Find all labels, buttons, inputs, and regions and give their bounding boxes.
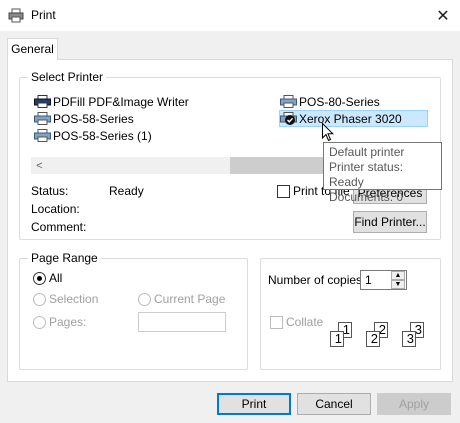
print-button[interactable]: Print bbox=[217, 393, 291, 415]
printer-item[interactable]: PDFill PDF&Image Writer bbox=[34, 93, 189, 110]
printer-item[interactable]: POS-80-Series bbox=[280, 93, 380, 110]
pages-radio[interactable] bbox=[33, 316, 46, 329]
printer-name: POS-80-Series bbox=[299, 94, 380, 109]
printer-name: Xerox Phaser 3020 bbox=[299, 111, 402, 126]
copies-up-button[interactable]: ▲ bbox=[391, 271, 405, 280]
close-icon: ✕ bbox=[436, 7, 450, 25]
collate-illustration: 1 1 2 2 3 3 bbox=[328, 318, 433, 354]
collate-page: 3 bbox=[402, 331, 416, 347]
window-title: Print bbox=[31, 8, 56, 22]
print-to-file-checkbox[interactable] bbox=[277, 185, 290, 198]
number-of-copies-label: Number of copies: bbox=[268, 273, 366, 287]
printer-item-selected[interactable]: Xerox Phaser 3020 bbox=[279, 110, 428, 127]
printer-name: POS-58-Series bbox=[53, 111, 134, 126]
tooltip-default-printer: Default printer bbox=[329, 145, 405, 159]
printer-icon bbox=[34, 129, 51, 142]
select-printer-legend: Select Printer bbox=[28, 70, 107, 84]
copies-down-button[interactable]: ▼ bbox=[391, 280, 405, 289]
comment-label: Comment: bbox=[31, 220, 87, 234]
pages-input[interactable] bbox=[138, 312, 226, 332]
printer-icon bbox=[280, 95, 297, 108]
printer-icon bbox=[8, 8, 24, 23]
close-button[interactable]: ✕ bbox=[426, 0, 460, 31]
tooltip-printer-status: Printer status: Ready bbox=[329, 160, 404, 189]
printer-item[interactable]: POS-58-Series bbox=[34, 110, 134, 127]
pages-label[interactable]: Pages: bbox=[49, 315, 86, 329]
selection-radio[interactable] bbox=[33, 293, 46, 306]
default-printer-icon bbox=[280, 112, 297, 125]
status-label: Status: bbox=[31, 184, 69, 198]
printer-icon bbox=[34, 95, 51, 108]
apply-button[interactable]: Apply bbox=[377, 393, 451, 415]
location-label: Location: bbox=[31, 202, 80, 216]
status-value: Ready bbox=[109, 184, 144, 198]
tooltip-documents: Documents: 0 bbox=[329, 190, 404, 204]
cancel-button[interactable]: Cancel bbox=[297, 393, 371, 415]
collate-page: 2 bbox=[366, 331, 380, 347]
page-range-legend: Page Range bbox=[28, 251, 101, 265]
collate-checkbox[interactable] bbox=[270, 316, 283, 329]
current-page-radio[interactable] bbox=[138, 293, 151, 306]
all-radio[interactable] bbox=[33, 272, 46, 285]
selection-label[interactable]: Selection bbox=[49, 292, 98, 306]
printer-icon bbox=[34, 112, 51, 125]
printer-name: POS-58-Series (1) bbox=[53, 128, 152, 143]
current-page-label[interactable]: Current Page bbox=[154, 292, 225, 306]
printer-name: PDFill PDF&Image Writer bbox=[53, 94, 189, 109]
printer-item[interactable]: POS-58-Series (1) bbox=[34, 127, 152, 144]
printer-tooltip: Default printer Printer status: Ready Do… bbox=[323, 142, 442, 204]
mouse-cursor-icon bbox=[322, 122, 335, 145]
collate-page: 1 bbox=[330, 331, 344, 347]
collate-label[interactable]: Collate bbox=[286, 315, 323, 329]
all-label[interactable]: All bbox=[49, 271, 62, 285]
find-printer-button[interactable]: Find Printer... bbox=[353, 211, 427, 233]
scroll-left-icon[interactable]: < bbox=[31, 157, 48, 174]
tab-general[interactable]: General bbox=[7, 38, 58, 60]
title-bar bbox=[0, 0, 460, 31]
